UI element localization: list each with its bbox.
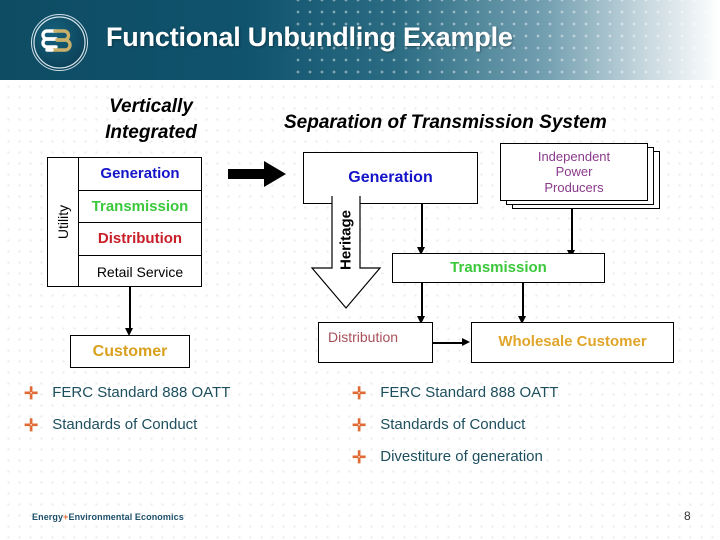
row-label-generation: Generation <box>100 165 180 183</box>
plus-bullet-icon: ✛ <box>352 448 367 467</box>
left-panel-title-l2: Integrated <box>105 121 197 143</box>
independent-power-producers-stack: Independent Power Producers <box>500 143 660 209</box>
list-item-right-0-label: FERC Standard 888 OATT <box>380 384 559 401</box>
plus-bullet-icon: ✛ <box>24 384 39 403</box>
list-item-left-0-label: FERC Standard 888 OATT <box>52 384 231 401</box>
transmission-box-label: Transmission <box>450 258 547 276</box>
ipp-line-3: Producers <box>544 179 604 195</box>
connector-transmission-to-wholesale <box>522 283 525 319</box>
slide-header: Functional Unbundling Example <box>0 0 720 80</box>
transmission-box: Transmission <box>392 253 605 283</box>
distribution-box: Distribution <box>318 322 433 363</box>
left-panel-title-l1: Vertically <box>109 96 193 117</box>
ipp-line-2: Power <box>555 164 593 180</box>
ipp-box-front: Independent Power Producers <box>500 143 648 201</box>
table-row-transmission: Transmission <box>79 191 201 223</box>
list-item-left-1: ✛ Standards of Conduct <box>24 417 197 434</box>
customer-box: Customer <box>70 335 190 368</box>
list-item-right-1-label: Standards of Conduct <box>380 416 526 433</box>
utility-rows: Generation Transmission Distribution Ret… <box>79 158 201 286</box>
utility-side-label: Utility <box>48 158 79 286</box>
ipp-box-label: Independent Power Producers <box>538 149 610 195</box>
footer-brand-pre: Energy <box>32 512 64 522</box>
vertically-integrated-utility-table: Utility Generation Transmission Distribu… <box>47 157 202 287</box>
customer-box-label: Customer <box>92 342 168 360</box>
right-panel-title: Separation of Transmission System <box>284 112 607 133</box>
plus-bullet-icon: ✛ <box>352 384 367 403</box>
wholesale-customer-box: Wholesale Customer <box>471 322 674 363</box>
table-row-generation: Generation <box>79 158 201 191</box>
page-title: Functional Unbundling Example <box>106 22 513 52</box>
list-item-right-2-label: Divestiture of generation <box>380 448 543 465</box>
footer-brand-post: Environmental Economics <box>68 512 184 522</box>
page-number: 8 <box>684 509 691 523</box>
utility-label-text: Utility <box>55 204 71 240</box>
connector-utility-to-customer <box>129 287 131 330</box>
connector-ipp-to-transmission <box>571 209 574 253</box>
list-item-right-0: ✛ FERC Standard 888 OATT <box>352 385 558 402</box>
list-item-right-1: ✛ Standards of Conduct <box>352 417 525 434</box>
list-item-left-1-label: Standards of Conduct <box>52 416 198 433</box>
connector-generation-to-transmission <box>421 204 423 250</box>
table-row-distribution: Distribution <box>79 223 201 256</box>
heritage-arrow: Heritage <box>309 196 383 309</box>
row-label-transmission: Transmission <box>91 197 189 215</box>
heritage-arrow-label: Heritage <box>337 209 355 271</box>
e3-circle-logo-icon <box>31 14 88 71</box>
wholesale-customer-box-label: Wholesale Customer <box>498 333 647 351</box>
slide-canvas: Functional Unbundling Example Vertically… <box>0 0 720 540</box>
left-panel-title: Vertically Integrated <box>76 94 226 145</box>
list-item-left-0: ✛ FERC Standard 888 OATT <box>24 385 230 402</box>
distribution-box-label: Distribution <box>328 328 399 345</box>
connector-distribution-to-wholesale <box>433 342 464 344</box>
plus-bullet-icon: ✛ <box>352 416 367 435</box>
generation-box-label: Generation <box>348 169 433 187</box>
plus-bullet-icon: ✛ <box>24 416 39 435</box>
footer-brand: Energy+Environmental Economics <box>32 512 184 522</box>
table-row-retail-service: Retail Service <box>79 256 201 289</box>
list-item-right-2: ✛ Divestiture of generation <box>352 449 543 466</box>
transition-arrow-icon <box>228 160 288 193</box>
row-label-retail-service: Retail Service <box>96 263 184 280</box>
arrowhead-distribution-to-wholesale <box>462 338 470 346</box>
connector-transmission-to-distribution <box>421 283 423 319</box>
row-label-distribution: Distribution <box>97 230 183 248</box>
ipp-line-1: Independent <box>537 149 611 164</box>
